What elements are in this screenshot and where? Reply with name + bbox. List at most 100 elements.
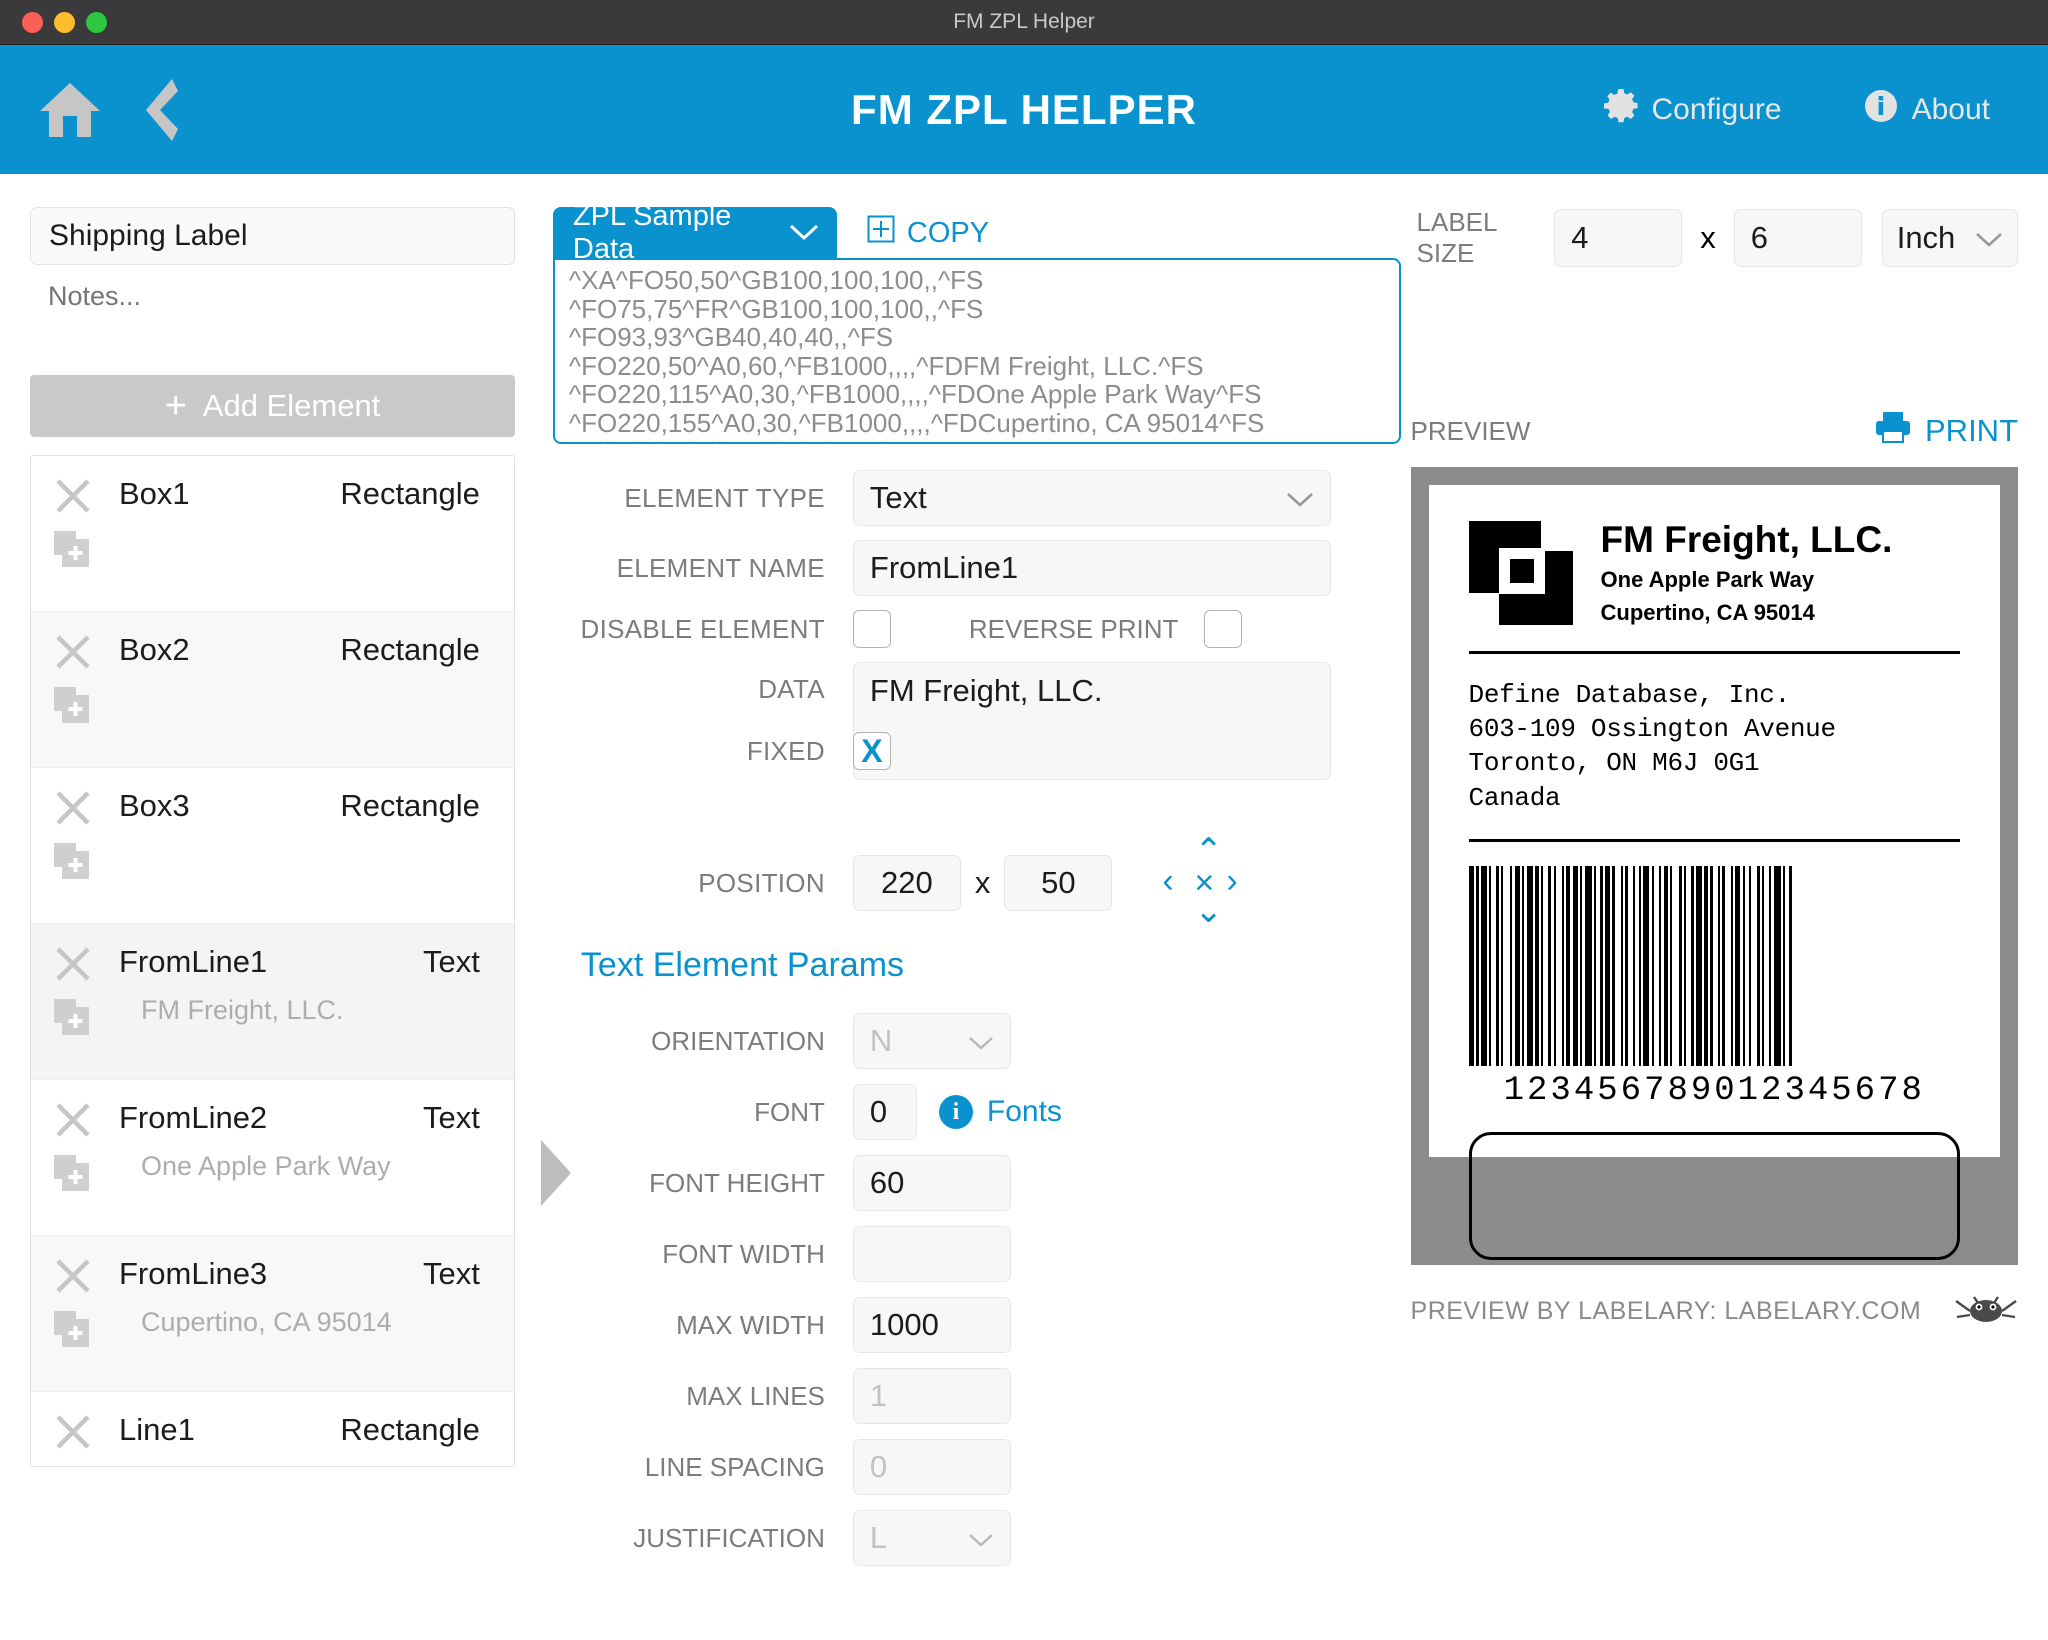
label-height-input[interactable] [1734,209,1862,267]
label-size-separator: x [1700,220,1716,256]
label-address-line: Canada [1469,781,1960,815]
delete-icon[interactable] [53,944,97,989]
label-company-address1: One Apple Park Way [1601,566,1893,594]
element-list[interactable]: Box1RectangleBox2RectangleBox3RectangleF… [30,455,515,1467]
list-item[interactable]: Line1Rectangle [31,1392,514,1467]
fixed-label: FIXED [553,736,853,767]
list-item[interactable]: FromLine2TextOne Apple Park Way [31,1080,514,1236]
list-item-name: FromLine1 [119,944,267,980]
list-item-subtitle: FM Freight, LLC. [141,995,492,1026]
list-item-type: Text [423,1256,480,1292]
font-height-row: FONT HEIGHT [553,1155,1401,1211]
zpl-sample-data-dropdown[interactable]: ZPL Sample Data [553,207,837,259]
list-item-subtitle: Cupertino, CA 95014 [141,1307,492,1338]
line-spacing-input[interactable] [853,1439,1011,1495]
font-width-input[interactable] [853,1226,1011,1282]
duplicate-icon[interactable] [53,1310,91,1353]
element-name-input[interactable] [853,540,1331,596]
justification-row: JUSTIFICATION L [553,1510,1401,1566]
arrow-up-icon[interactable]: ⌃ [1194,834,1223,868]
justification-select[interactable]: L [853,1510,1011,1566]
add-element-button[interactable]: + Add Element [30,375,515,437]
gear-icon [1604,89,1638,131]
list-item[interactable]: FromLine1TextFM Freight, LLC. [31,924,514,1080]
delete-icon[interactable] [53,476,97,521]
print-button[interactable]: PRINT [1875,411,2018,451]
orientation-select[interactable]: N [853,1013,1011,1069]
label-unit-select[interactable]: Inch [1882,209,2018,267]
max-width-input[interactable] [853,1297,1011,1353]
zpl-line: ^FO220,155^A0,30,^FB1000,,,,^FDCupertino… [569,409,1385,438]
text-element-params-title: Text Element Params [581,946,1401,985]
disable-element-label: DISABLE ELEMENT [553,614,853,645]
position-x-input[interactable] [853,855,961,911]
duplicate-icon[interactable] [53,1466,91,1467]
delete-icon[interactable] [53,1412,97,1457]
list-item-name: FromLine2 [119,1100,267,1136]
delete-icon[interactable] [53,1100,97,1145]
notes-input[interactable] [30,269,515,323]
copy-button[interactable]: COPY [867,215,989,251]
max-lines-input[interactable] [853,1368,1011,1424]
line-spacing-label: LINE SPACING [553,1452,853,1483]
font-input[interactable] [853,1084,917,1140]
zpl-line: ^XA^FO50,50^GB100,100,100,,^FS [569,266,1385,295]
list-item[interactable]: Box2Rectangle [31,612,514,768]
disable-element-checkbox[interactable] [853,610,891,648]
preview-footer: PREVIEW BY LABELARY: LABELARY.COM [1411,1291,2018,1332]
preview-canvas: FM Freight, LLC. One Apple Park Way Cupe… [1411,467,2018,1265]
delete-icon[interactable] [53,788,97,833]
data-label: DATA [553,662,853,705]
list-item[interactable]: Box3Rectangle [31,768,514,924]
arrow-right-icon[interactable]: › [1226,864,1237,898]
element-type-select[interactable]: Text [853,470,1331,526]
position-y-input[interactable] [1004,855,1112,911]
list-item[interactable]: FromLine3TextCupertino, CA 95014 [31,1236,514,1392]
label-width-input[interactable] [1554,209,1682,267]
zpl-code-area[interactable]: ^XA^FO50,50^GB100,100,100,,^FS^FO75,75^F… [553,258,1401,444]
barcode-bar [1585,866,1592,1066]
plus-icon: + [165,387,187,425]
label-name-input[interactable] [30,207,515,265]
list-item-name: Box2 [119,632,190,668]
label-address-line: Toronto, ON M6J 0G1 [1469,746,1960,780]
arrow-left-icon[interactable]: ‹ [1162,864,1173,898]
data-textarea[interactable]: FM Freight, LLC. [853,662,1331,780]
max-lines-label: MAX LINES [553,1381,853,1412]
barcode-bar [1792,866,1797,1066]
position-dpad[interactable]: ⌃ ‹ × › ⌄ [1156,846,1254,920]
elements-panel: + Add Element Box1RectangleBox2Rectangle… [0,174,543,1640]
about-button[interactable]: About [1864,89,1990,131]
duplicate-icon[interactable] [53,842,91,885]
reverse-print-checkbox[interactable] [1204,610,1242,648]
delete-icon[interactable] [53,632,97,677]
list-item-subtitle: One Apple Park Way [141,1151,492,1182]
chevron-down-icon [1975,220,2003,256]
list-item-type: Rectangle [340,476,480,512]
duplicate-icon[interactable] [53,1154,91,1197]
delete-icon[interactable] [53,1256,97,1301]
position-label: POSITION [553,868,853,899]
preview-header: PREVIEW PRINT [1411,411,2018,451]
label-size-label: LABEL SIZE [1417,207,1529,269]
arrow-down-icon[interactable]: ⌄ [1194,894,1223,928]
barcode-bar [1503,866,1510,1066]
configure-button[interactable]: Configure [1604,89,1782,131]
font-height-input[interactable] [853,1155,1011,1211]
justification-label: JUSTIFICATION [553,1523,853,1554]
list-item[interactable]: Box1Rectangle [31,456,514,612]
zpl-line: ^FO75,75^FR^GB100,100,100,,^FS [569,295,1385,324]
label-ship-address: Define Database, Inc.603-109 Ossington A… [1469,678,1960,815]
duplicate-icon[interactable] [53,998,91,1041]
fixed-checkbox[interactable]: X [853,732,891,770]
duplicate-icon[interactable] [53,686,91,729]
disable-reverse-row: DISABLE ELEMENT REVERSE PRINT [553,610,1401,648]
main-content: + Add Element Box1RectangleBox2Rectangle… [0,174,2048,1640]
label-size-row: LABEL SIZE x Inch [1417,207,2018,269]
fonts-link[interactable]: i Fonts [939,1095,1062,1129]
info-icon [1864,89,1898,131]
reverse-print-label: REVERSE PRINT [969,614,1179,645]
label-divider-top [1469,651,1960,654]
about-label: About [1912,93,1990,127]
duplicate-icon[interactable] [53,530,91,573]
